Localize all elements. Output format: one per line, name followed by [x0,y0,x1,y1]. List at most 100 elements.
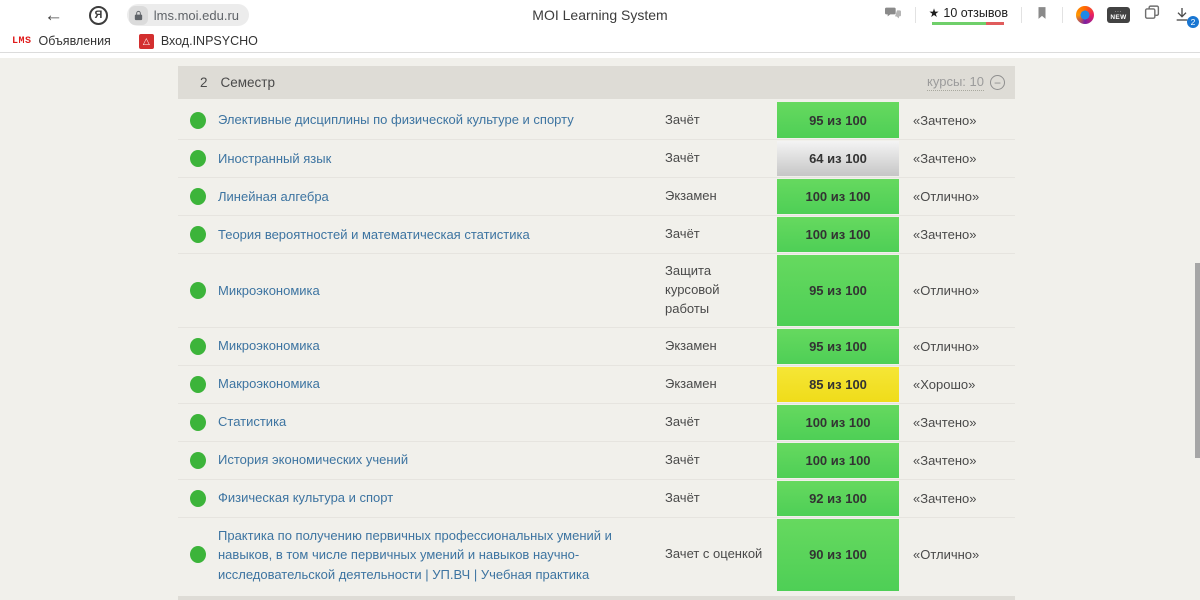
collapse-semester-icon[interactable]: − [990,75,1005,90]
status-dot-icon [190,281,206,299]
assessment-type: Экзамен [665,188,717,204]
status-dot-icon [190,111,206,129]
status-dot-icon [190,489,206,507]
divider [1062,7,1063,23]
course-link[interactable]: Статистика [218,404,665,440]
tabs-icon[interactable] [1143,4,1161,26]
score-badge: 95 из 100 [777,328,899,364]
divider [914,7,916,23]
course-link[interactable]: Иностранный язык [218,141,665,177]
lms-favicon: LMS [12,35,32,47]
browser-toolbar: ← Я ↻ lms.moi.edu.ru MOI Learning System… [0,0,1200,30]
inpsycho-favicon: △ [138,33,154,49]
assessment-type: Защита курсовой работы [665,263,720,316]
course-row: Практика по получению первичных професси… [178,516,1015,593]
grade-text: «Хорошо» [913,376,976,392]
course-row: Микроэкономика Защита курсовой работы 95… [178,253,1015,327]
grade-text: «Зачтено» [913,227,977,242]
course-link[interactable]: Практика по получению первичных професси… [218,518,665,593]
semester-3-header: 3 Семестр курсы: 10 + [178,596,1015,600]
yandex-home-icon[interactable]: Я [89,5,108,25]
status-dot-icon [190,337,206,355]
grade-text: «Отлично» [913,282,980,298]
grade-text: «Зачтено» [913,112,977,128]
reviews-count: 10 отзывов [943,5,1008,20]
assessment-type: Экзамен [665,337,717,353]
course-link[interactable]: Элективные дисциплины по физической куль… [218,102,665,138]
course-row: Макроэкономика Экзамен 85 из 100 «Хорошо… [178,364,1015,403]
course-row: Теория вероятностей и математическая ста… [178,215,1015,253]
score-badge: 100 из 100 [777,179,899,214]
divider [1021,7,1022,23]
course-link[interactable]: Физическая культура и спорт [218,480,665,516]
status-dot-icon [190,546,206,564]
score-badge: 95 из 100 [777,102,899,138]
course-row: Иностранный язык Зачёт 64 из 100 «Зачтен… [178,139,1015,177]
grade-text: «Зачтено» [913,490,977,506]
assessment-type: Экзамен [665,375,717,391]
rating-bar [932,21,1005,25]
bookmark-inpsycho-login[interactable]: △ Вход.INPSYCHO [138,33,258,49]
grade-text: «Зачтено» [913,414,977,430]
bookmark-lms-announcements[interactable]: LMS Объявления [12,34,111,48]
course-link[interactable]: Микроэкономика [218,273,665,309]
grades-table: 2 Семестр курсы: 10 − Элективные дисципл… [178,66,1015,600]
assessment-type: Зачёт [665,451,700,467]
course-row: Элективные дисциплины по физической куль… [178,101,1015,139]
score-badge: 64 из 100 [777,141,899,176]
assessment-type: Зачёт [665,150,700,166]
score-badge: 85 из 100 [777,366,899,402]
course-row: Линейная алгебра Экзамен 100 из 100 «Отл… [178,177,1015,215]
assessment-type: Зачёт [665,413,700,429]
grade-text: «Отлично» [913,338,980,354]
downloads-button[interactable]: 2 [1174,5,1199,28]
star-icon: ★ [928,5,940,20]
status-dot-icon [190,451,206,469]
grade-text: «Отлично» [913,189,980,204]
site-rating[interactable]: ★ 10 отзывов [929,6,1008,25]
extension-new-icon[interactable]: ··· NEW [1107,7,1130,23]
score-badge: 100 из 100 [777,404,899,440]
status-dot-icon [190,375,206,393]
course-link[interactable]: Микроэкономика [218,328,665,364]
course-link[interactable]: История экономических учений [218,442,665,478]
status-dot-icon [190,226,206,243]
course-row: Микроэкономика Экзамен 95 из 100 «Отличн… [178,326,1015,365]
extension-browser-icon[interactable] [1076,6,1094,24]
status-dot-icon [190,188,206,205]
course-row: История экономических учений Зачёт 100 и… [178,440,1015,479]
assessment-type: Зачет с оценкой [665,546,763,562]
course-row: Физическая культура и спорт Зачёт 92 из … [178,478,1015,517]
score-badge: 92 из 100 [777,480,899,516]
page-title: MOI Learning System [532,7,668,23]
score-badge: 95 из 100 [777,255,899,326]
grade-text: «Отлично» [913,547,980,563]
grade-text: «Зачтено» [913,151,977,166]
assessment-type: Зачёт [665,111,700,127]
ssl-lock-icon[interactable] [129,5,148,25]
assessment-type: Зачёт [665,489,700,505]
back-button[interactable]: ← [44,6,63,25]
course-rows: Элективные дисциплины по физической куль… [178,101,1015,593]
downloads-count-badge: 2 [1187,16,1199,28]
course-row: Статистика Зачёт 100 из 100 «Зачтено» [178,402,1015,441]
semester-2-header: 2 Семестр курсы: 10 − [178,66,1015,99]
score-badge: 100 из 100 [777,442,899,478]
score-badge: 100 из 100 [777,217,899,252]
vertical-scrollbar[interactable] [1195,263,1200,458]
assessment-type: Зачёт [665,226,700,242]
course-link[interactable]: Теория вероятностей и математическая ста… [218,217,665,253]
url-text: lms.moi.edu.ru [153,7,239,23]
course-link[interactable]: Макроэкономика [218,366,665,402]
page-content: 2 Семестр курсы: 10 − Элективные дисципл… [0,54,1200,600]
status-dot-icon [190,413,206,431]
score-badge: 90 из 100 [777,518,899,592]
course-link[interactable]: Линейная алгебра [218,179,665,215]
bookmarks-bar: LMS Объявления △ Вход.INPSYCHO [0,30,1200,53]
feedback-icon[interactable] [884,5,902,26]
status-dot-icon [190,150,206,167]
bookmark-icon[interactable] [1035,5,1049,26]
courses-count-link[interactable]: курсы: 10 [927,74,984,91]
grade-text: «Зачтено» [913,452,977,468]
address-bar[interactable]: lms.moi.edu.ru [127,4,249,26]
